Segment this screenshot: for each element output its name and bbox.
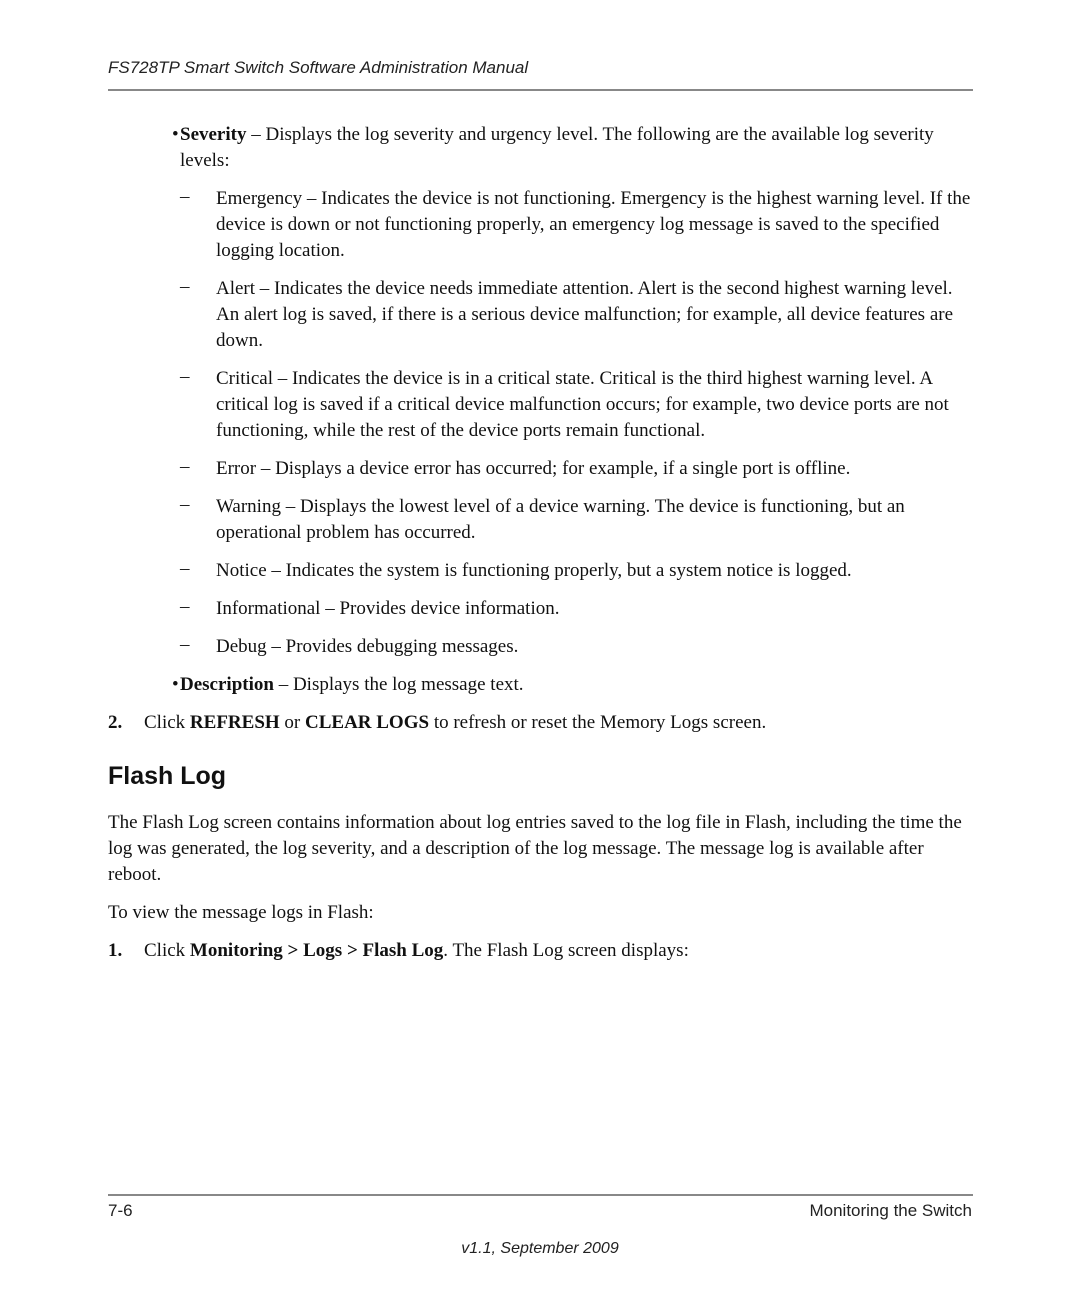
- chapter-title: Monitoring the Switch: [809, 1201, 972, 1220]
- dash-mark: –: [180, 558, 190, 579]
- footer-rule: [108, 1194, 973, 1196]
- dash-mark: –: [180, 276, 190, 297]
- dash-mark: –: [180, 456, 190, 477]
- level-notice: Notice – Indicates the system is functio…: [216, 560, 852, 581]
- running-header: FS728TP Smart Switch Software Administra…: [108, 58, 529, 77]
- description-text: – Displays the log message text.: [273, 674, 524, 695]
- dash-mark: –: [180, 596, 190, 617]
- view-instruction: To view the message logs in Flash:: [108, 902, 374, 923]
- step2-num: 2.: [108, 712, 123, 733]
- dash-mark: –: [180, 366, 190, 387]
- step-number: 2.: [108, 710, 122, 736]
- level-warning: Warning – Displays the lowest level of a…: [216, 496, 905, 543]
- severity-term: Severity: [180, 124, 247, 145]
- step1-pre: Click: [144, 940, 190, 961]
- page-number: 7-6: [108, 1201, 133, 1220]
- level-emergency: Emergency – Indicates the device is not …: [216, 188, 971, 261]
- step2-mid: or: [279, 712, 305, 733]
- step1-text: Click Monitoring > Logs > Flash Log. The…: [144, 938, 974, 964]
- bullet-mark: •: [172, 124, 179, 145]
- dash-mark: –: [180, 186, 190, 207]
- level-informational: Informational – Provides device informat…: [216, 598, 560, 619]
- bullet-mark: •: [172, 674, 179, 695]
- level-debug: Debug – Provides debugging messages.: [216, 636, 519, 657]
- section-title: Flash Log: [108, 762, 227, 790]
- step-number: 1.: [108, 938, 122, 964]
- description-term: Description: [180, 674, 274, 695]
- step1-num: 1.: [108, 940, 123, 961]
- dash-mark: –: [180, 494, 190, 515]
- dash-mark: –: [180, 634, 190, 655]
- severity-bullet: Severity – Displays the log severity and…: [180, 122, 975, 174]
- step2-post: to refresh or reset the Memory Logs scre…: [429, 712, 767, 733]
- menu-path: Monitoring > Logs > Flash Log: [189, 940, 444, 961]
- level-error: Error – Displays a device error has occu…: [216, 458, 851, 479]
- step2-pre: Click: [144, 712, 190, 733]
- level-critical: Critical – Indicates the device is in a …: [216, 368, 949, 441]
- section-intro: The Flash Log screen contains informatio…: [108, 812, 962, 885]
- level-alert: Alert – Indicates the device needs immed…: [216, 278, 954, 351]
- step1-post: . The Flash Log screen displays:: [443, 940, 689, 961]
- step2-text: Click REFRESH or CLEAR LOGS to refresh o…: [144, 710, 974, 736]
- version-date: v1.1, September 2009: [461, 1240, 619, 1257]
- header-rule: [108, 89, 973, 91]
- refresh-label: REFRESH: [189, 712, 280, 733]
- clear-logs-label: CLEAR LOGS: [305, 712, 430, 733]
- description-bullet: Description – Displays the log message t…: [180, 672, 975, 698]
- severity-text: – Displays the log severity and urgency …: [180, 124, 934, 171]
